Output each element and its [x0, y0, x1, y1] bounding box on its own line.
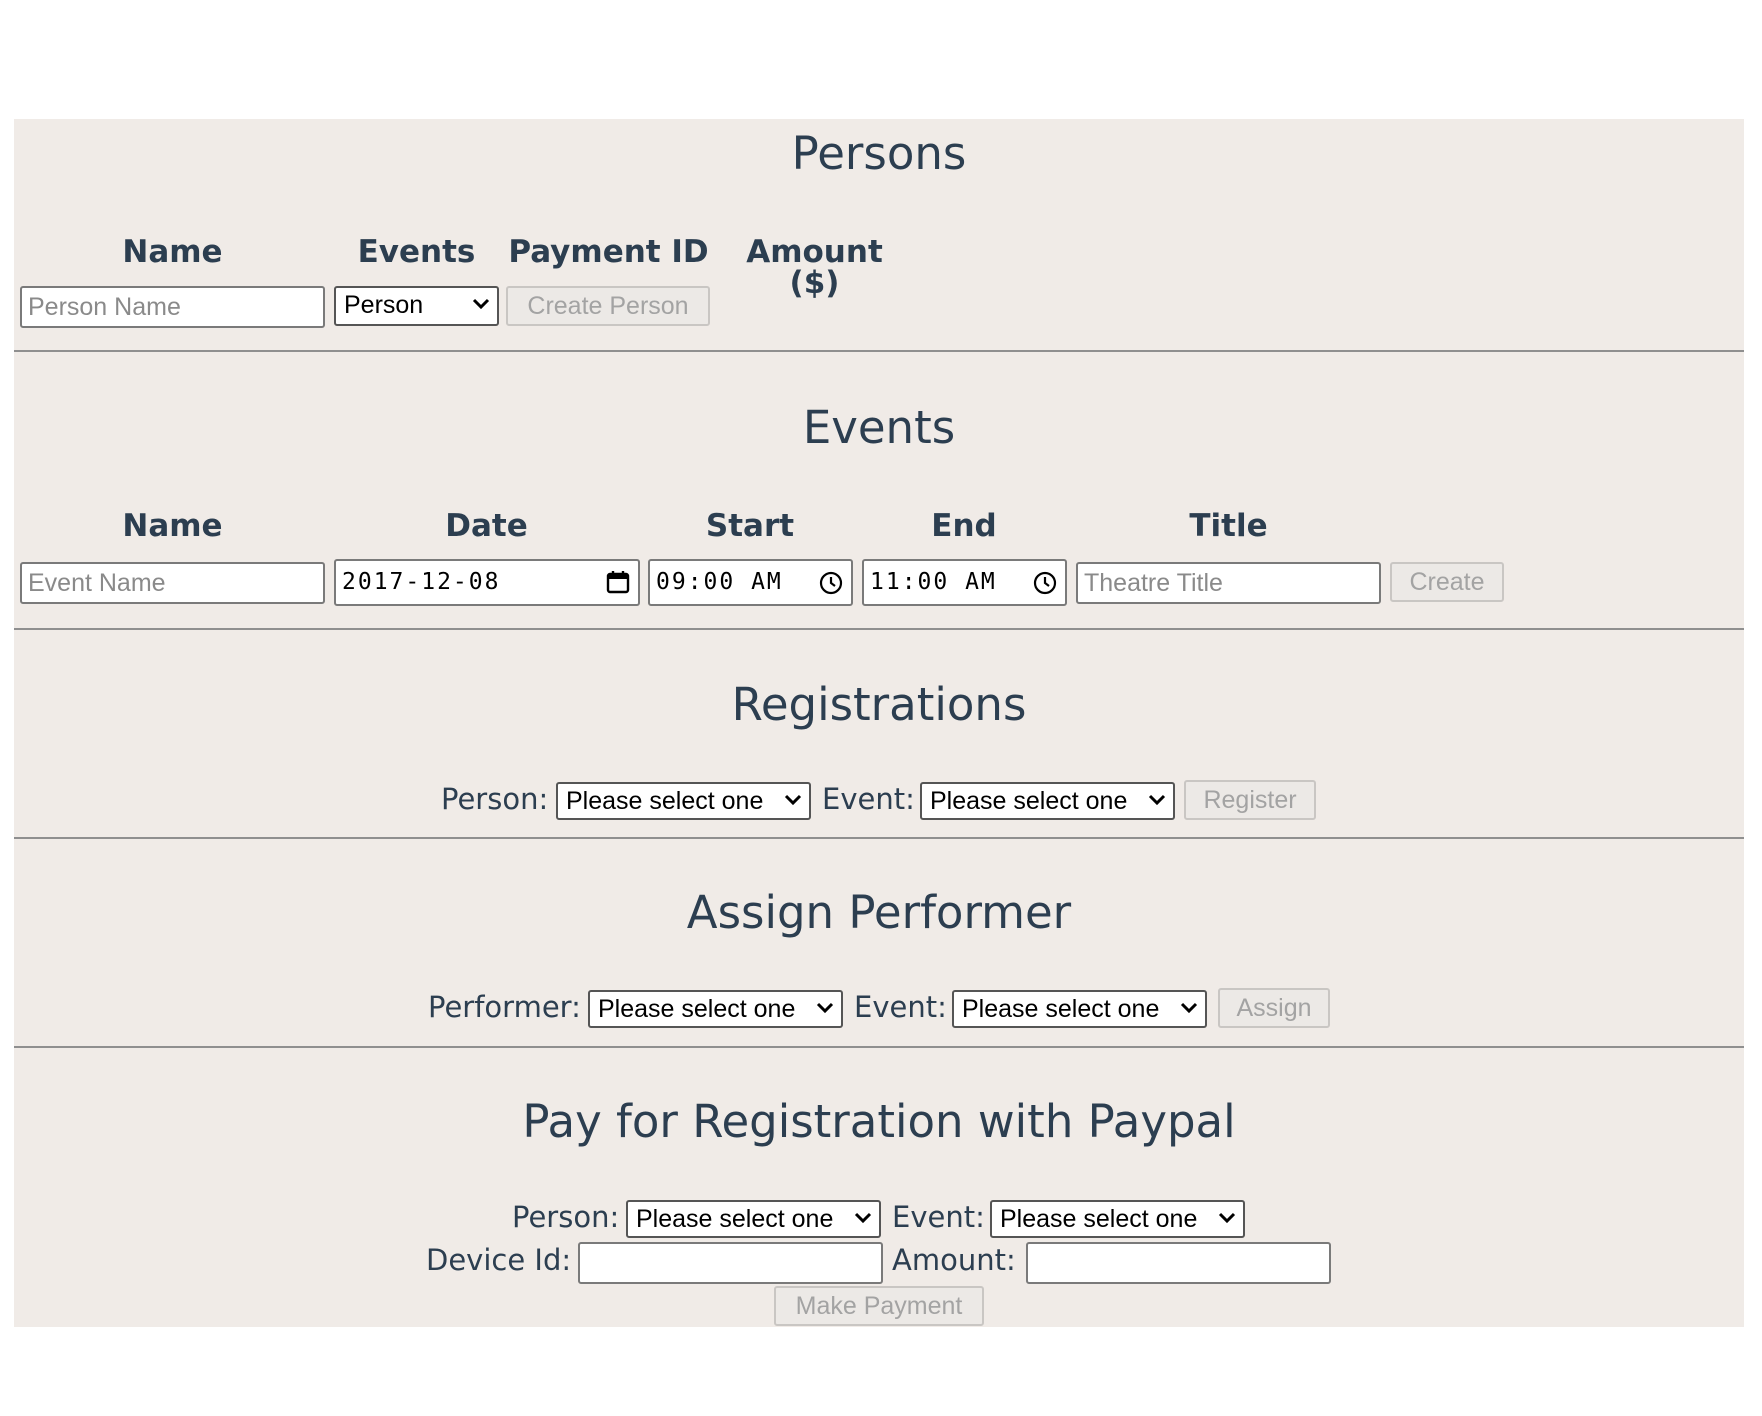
registrations-title: Registrations: [731, 678, 1027, 731]
make-payment-button[interactable]: Make Payment: [774, 1286, 984, 1326]
registration-person-select[interactable]: Please select one: [556, 782, 811, 820]
chevron-down-icon: [816, 1002, 834, 1014]
event-name-input[interactable]: [20, 562, 325, 604]
payment-title: Pay for Registration with Paypal: [522, 1095, 1236, 1148]
assign-button[interactable]: Assign: [1218, 988, 1330, 1028]
assign-performer-label: Performer:: [428, 990, 581, 1024]
payment-event-select-value: Please select one: [1000, 1205, 1198, 1233]
payment-device-input[interactable]: [578, 1242, 883, 1284]
chevron-down-icon: [784, 794, 802, 806]
chevron-down-icon: [1148, 794, 1166, 806]
calendar-icon[interactable]: [606, 570, 630, 594]
clock-icon[interactable]: [1033, 571, 1057, 595]
registration-event-label: Event:: [822, 782, 915, 816]
person-name-input[interactable]: [20, 286, 325, 328]
chevron-down-icon: [1218, 1212, 1236, 1224]
registration-person-select-value: Please select one: [566, 787, 764, 815]
event-end-input[interactable]: 11:00 AM: [862, 559, 1067, 606]
main-panel: Persons Name Events Payment ID Amount ($…: [14, 119, 1744, 1327]
person-type-select[interactable]: Person: [334, 286, 499, 326]
payment-person-select[interactable]: Please select one: [626, 1200, 881, 1238]
payment-amount-label: Amount:: [892, 1243, 1016, 1277]
event-title-input[interactable]: [1076, 562, 1381, 604]
divider: [14, 1046, 1744, 1048]
assign-performer-select[interactable]: Please select one: [588, 990, 843, 1028]
payment-person-label: Person:: [512, 1200, 620, 1234]
registration-person-label: Person:: [441, 782, 549, 816]
payment-amount-input[interactable]: [1026, 1242, 1331, 1284]
event-start-value: 09:00 AM: [656, 569, 783, 595]
events-header-title: Title: [1189, 508, 1268, 544]
chevron-down-icon: [472, 298, 490, 310]
persons-title: Persons: [791, 127, 967, 180]
payment-event-select[interactable]: Please select one: [990, 1200, 1245, 1238]
events-header-date: Date: [445, 508, 528, 544]
payment-device-label: Device Id:: [426, 1243, 572, 1277]
registration-event-select-value: Please select one: [930, 787, 1128, 815]
persons-header-amount: Amount ($): [746, 234, 883, 301]
divider: [14, 628, 1744, 630]
event-end-value: 11:00 AM: [870, 569, 997, 595]
events-header-end: End: [931, 508, 997, 544]
chevron-down-icon: [1180, 1002, 1198, 1014]
events-header-name: Name: [122, 508, 223, 544]
event-date-input[interactable]: 2017-12-08: [334, 559, 640, 606]
events-header-start: Start: [705, 508, 795, 544]
divider: [14, 837, 1744, 839]
assign-performer-select-value: Please select one: [598, 995, 796, 1023]
person-type-select-value: Person: [344, 291, 424, 319]
persons-header-events: Events: [357, 234, 476, 270]
persons-header-payment-id: Payment ID: [508, 234, 709, 270]
create-person-button[interactable]: Create Person: [506, 286, 710, 326]
assign-event-label: Event:: [854, 990, 947, 1024]
divider: [14, 350, 1744, 352]
payment-person-select-value: Please select one: [636, 1205, 834, 1233]
clock-icon[interactable]: [819, 571, 843, 595]
assign-title: Assign Performer: [686, 886, 1072, 939]
create-event-button[interactable]: Create: [1390, 562, 1504, 602]
chevron-down-icon: [854, 1212, 872, 1224]
persons-header-name: Name: [122, 234, 223, 270]
assign-event-select-value: Please select one: [962, 995, 1160, 1023]
assign-event-select[interactable]: Please select one: [952, 990, 1207, 1028]
event-start-input[interactable]: 09:00 AM: [648, 559, 853, 606]
event-date-value: 2017-12-08: [342, 569, 501, 595]
registration-event-select[interactable]: Please select one: [920, 782, 1175, 820]
payment-event-label: Event:: [892, 1200, 985, 1234]
register-button[interactable]: Register: [1184, 780, 1316, 820]
events-title: Events: [802, 401, 956, 454]
